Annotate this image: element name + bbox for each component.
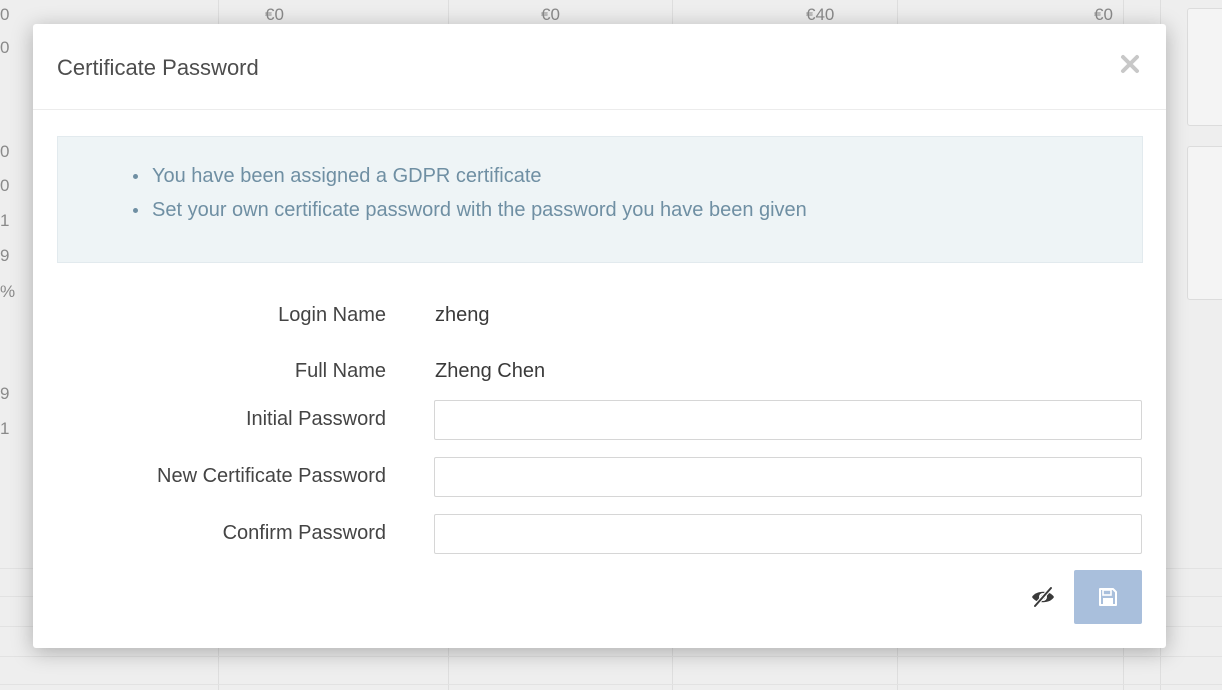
new-certificate-password-label: New Certificate Password [157,465,386,487]
new-certificate-password-row: New Certificate Password [33,457,1166,497]
grid-line [0,684,1222,685]
initial-password-label: Initial Password [245,408,386,430]
info-item: Set your own certificate password with t… [133,193,807,227]
full-name-value: Zheng Chen [435,360,546,382]
close-icon [1121,55,1139,73]
info-item-text: Set your own certificate password with t… [152,199,807,221]
new-certificate-password-input[interactable] [434,457,1142,497]
info-list: You have been assigned a GDPR certificat… [133,159,807,227]
bg-row-value: 0 [0,38,10,57]
bg-header-value: €0 [1094,5,1113,24]
login-name-label: Login Name [278,304,386,326]
initial-password-row: Initial Password [33,400,1166,440]
bullet-icon [133,208,138,213]
bg-row-value: 9 [0,246,10,265]
full-name-row: Full Name Zheng Chen [33,352,1166,392]
login-name-value: zheng [435,304,490,326]
bg-row-value: 1 [0,419,10,438]
confirm-password-label: Confirm Password [222,522,386,544]
save-button[interactable] [1074,570,1142,624]
bg-header-value: €0 [265,5,284,24]
certificate-password-dialog: Certificate Password You have been assig… [33,24,1166,648]
eye-slash-icon [1032,586,1054,608]
dialog-header: Certificate Password [33,24,1166,110]
floppy-disk-icon [1099,588,1117,606]
bg-side-card [1187,8,1222,126]
bg-row-value: 0 [0,5,10,24]
info-item-text: You have been assigned a GDPR certificat… [152,165,542,187]
dialog-title: Certificate Password [57,55,259,80]
bg-header-value: €0 [541,5,560,24]
login-name-row: Login Name zheng [33,296,1166,336]
initial-password-input[interactable] [434,400,1142,440]
bullet-icon [133,174,138,179]
bg-row-value: 0 [0,176,10,195]
grid-line [0,656,1222,657]
bg-side-card [1187,146,1222,300]
bg-row-value: % [0,282,16,301]
bg-row-value: 1 [0,211,10,230]
info-item: You have been assigned a GDPR certificat… [133,159,807,193]
bg-row-value: 0 [0,142,10,161]
close-button[interactable] [1118,52,1142,76]
confirm-password-input[interactable] [434,514,1142,554]
confirm-password-row: Confirm Password [33,514,1166,554]
info-alert: You have been assigned a GDPR certificat… [57,136,1143,263]
bg-row-value: 9 [0,384,10,403]
bg-header-value: €40 [806,5,835,24]
full-name-label: Full Name [294,360,386,382]
show-password-toggle[interactable] [1030,584,1056,610]
